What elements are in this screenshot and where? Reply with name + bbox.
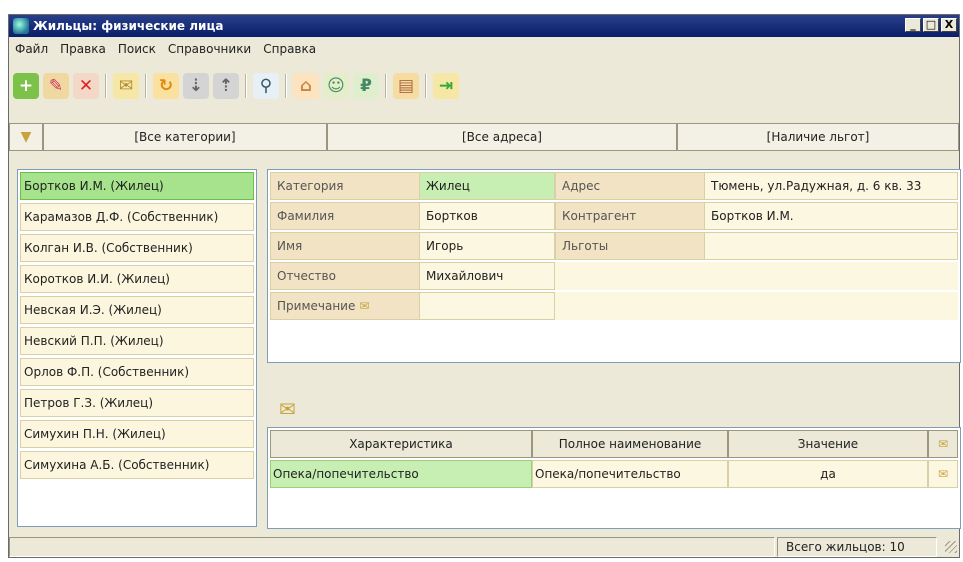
note-label-text: Примечание — [277, 299, 356, 313]
list-item[interactable]: Бортков И.М. (Жилец) — [20, 172, 254, 200]
list-item[interactable]: Невский П.П. (Жилец) — [20, 327, 254, 355]
filter-benefits-button[interactable]: [Наличие льгот] — [677, 123, 959, 151]
category-label: Категория — [270, 172, 420, 200]
menu-file[interactable]: Файл — [9, 42, 54, 56]
counterparty-value[interactable]: Бортков И.М. — [704, 202, 958, 230]
book-icon[interactable]: ▤ — [393, 73, 419, 99]
toolbar-separator — [385, 74, 387, 98]
counterparty-label: Контрагент — [555, 202, 705, 230]
header-note-icon[interactable]: ✉ — [928, 430, 958, 458]
list-item[interactable]: Невская И.Э. (Жилец) — [20, 296, 254, 324]
cell-value[interactable]: да — [728, 460, 928, 488]
toolbar-separator — [285, 74, 287, 98]
name-label: Имя — [270, 232, 420, 260]
toolbar-separator — [145, 74, 147, 98]
surname-label: Фамилия — [270, 202, 420, 230]
note-icon[interactable]: ✉ — [359, 299, 369, 313]
row-note-icon[interactable]: ✉ — [928, 460, 958, 488]
money-icon[interactable]: ₽ — [353, 73, 379, 99]
header-characteristic[interactable]: Характеристика — [270, 430, 532, 458]
details-filler — [555, 292, 958, 320]
exit-icon[interactable]: ⇥ — [433, 73, 459, 99]
menu-edit[interactable]: Правка — [54, 42, 112, 56]
note-icon[interactable]: ✉ — [113, 73, 139, 99]
toolbar-separator — [425, 74, 427, 98]
minimize-button[interactable]: _ — [905, 18, 921, 32]
resident-details-card: Категория Жилец Адрес Тюмень, ул.Радужна… — [267, 169, 961, 363]
db-import-icon[interactable]: ⇣ — [183, 73, 209, 99]
list-item[interactable]: Симухин П.Н. (Жилец) — [20, 420, 254, 448]
window-title: Жильцы: физические лица — [33, 19, 224, 33]
house-icon[interactable]: ⌂ — [293, 73, 319, 99]
benefits-label: Льготы — [555, 232, 705, 260]
list-item[interactable]: Карамазов Д.Ф. (Собственник) — [20, 203, 254, 231]
header-full-name[interactable]: Полное наименование — [532, 430, 728, 458]
toolbar-separator — [105, 74, 107, 98]
note-value[interactable] — [419, 292, 555, 320]
list-item[interactable]: Колган И.В. (Собственник) — [20, 234, 254, 262]
title-bar[interactable]: Жильцы: физические лица _ □ X — [9, 15, 959, 37]
filter-addresses-button[interactable]: [Все адреса] — [327, 123, 677, 151]
toolbar-separator — [245, 74, 247, 98]
status-panel — [9, 537, 775, 557]
address-label: Адрес — [555, 172, 705, 200]
patronymic-label: Отчество — [270, 262, 420, 290]
header-value[interactable]: Значение — [728, 430, 928, 458]
menu-references[interactable]: Справочники — [162, 42, 257, 56]
delete-icon[interactable]: ✕ — [73, 73, 99, 99]
maximize-button[interactable]: □ — [923, 18, 939, 32]
toolbar: + ✎ ✕ ✉ ↻ ⇣ ⇡ ⚲ ⌂ ☺ ₽ ▤ ⇥ — [13, 71, 459, 101]
app-icon — [13, 18, 29, 34]
notes-icon[interactable]: ✉ — [279, 397, 296, 421]
filter-categories-button[interactable]: [Все категории] — [43, 123, 327, 151]
resize-grip-icon[interactable] — [945, 541, 957, 553]
menu-help[interactable]: Справка — [257, 42, 322, 56]
filter-bar: ▼ [Все категории] [Все адреса] [Наличие … — [9, 123, 959, 153]
search-icon[interactable]: ⚲ — [253, 73, 279, 99]
details-filler — [555, 262, 958, 290]
close-button[interactable]: X — [941, 18, 957, 32]
status-bar: Всего жильцов: 10 — [9, 537, 959, 557]
status-total: Всего жильцов: 10 — [777, 537, 937, 557]
address-value[interactable]: Тюмень, ул.Радужная, д. 6 кв. 33 — [704, 172, 958, 200]
cell-full-name[interactable]: Опека/попечительство — [532, 460, 728, 488]
db-export-icon[interactable]: ⇡ — [213, 73, 239, 99]
note-label: Примечание ✉ — [270, 292, 420, 320]
add-icon[interactable]: + — [13, 73, 39, 99]
category-value[interactable]: Жилец — [419, 172, 555, 200]
refresh-icon[interactable]: ↻ — [153, 73, 179, 99]
benefits-value[interactable] — [704, 232, 958, 260]
list-item[interactable]: Симухина А.Б. (Собственник) — [20, 451, 254, 479]
list-item[interactable]: Коротков И.И. (Жилец) — [20, 265, 254, 293]
app-window: Жильцы: физические лица _ □ X Файл Правк… — [8, 14, 961, 558]
menu-bar: Файл Правка Поиск Справочники Справка — [9, 39, 322, 59]
cell-characteristic[interactable]: Опека/попечительство — [270, 460, 532, 488]
edit-icon[interactable]: ✎ — [43, 73, 69, 99]
name-value[interactable]: Игорь — [419, 232, 555, 260]
surname-value[interactable]: Бортков — [419, 202, 555, 230]
list-item[interactable]: Орлов Ф.П. (Собственник) — [20, 358, 254, 386]
characteristics-grid: Характеристика Полное наименование Значе… — [267, 427, 961, 529]
people-icon[interactable]: ☺ — [323, 73, 349, 99]
menu-search[interactable]: Поиск — [112, 42, 162, 56]
filter-icon[interactable]: ▼ — [9, 123, 43, 151]
residents-list: Бортков И.М. (Жилец) Карамазов Д.Ф. (Соб… — [17, 169, 257, 527]
list-item[interactable]: Петров Г.З. (Жилец) — [20, 389, 254, 417]
patronymic-value[interactable]: Михайлович — [419, 262, 555, 290]
